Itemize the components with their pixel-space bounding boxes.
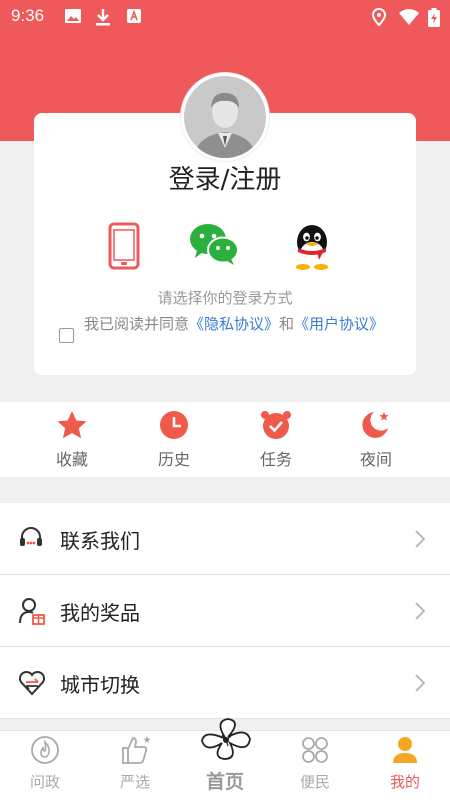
chevron-right-icon	[414, 529, 426, 553]
menu-contact-us[interactable]: 联系我们	[0, 503, 450, 575]
settings-menu: 联系我们 我的奖品 城市切换	[0, 503, 450, 719]
chevron-right-icon	[414, 601, 426, 625]
qq-icon	[296, 225, 328, 270]
tab-home-label: 首页	[205, 771, 244, 793]
battery-icon	[428, 8, 440, 32]
quick-favorites[interactable]: 收藏	[27, 410, 117, 470]
agreement-text: 我已阅读并同意《隐私协议》和《用户协议》	[84, 313, 394, 336]
wechat-login-button[interactable]	[189, 222, 239, 270]
privacy-link[interactable]: 《隐私协议》	[189, 315, 279, 333]
user-icon	[390, 735, 420, 769]
quick-history[interactable]: 历史	[129, 410, 219, 470]
login-method-tip: 请选择你的登录方式	[157, 289, 293, 307]
image-icon	[64, 8, 82, 29]
quick-night-label: 夜间	[359, 450, 392, 469]
phone-login-button[interactable]	[108, 222, 140, 274]
gift-user-icon	[18, 597, 46, 629]
quick-tasks[interactable]: 任务	[231, 410, 321, 470]
wifi-icon	[398, 8, 420, 31]
quick-night-mode[interactable]: 夜间	[331, 410, 421, 470]
bottom-tab-bar: 问政 严选 首页 便民 我的	[0, 718, 450, 800]
tab-wenzheng[interactable]: 问政	[0, 731, 90, 800]
city-switch-icon	[18, 669, 46, 701]
status-bar: 9:36	[0, 0, 450, 32]
agree-and: 和	[279, 315, 295, 333]
fire-badge-icon	[30, 735, 60, 769]
text-app-icon	[126, 8, 142, 29]
clover-icon	[300, 735, 330, 769]
menu-city-switch[interactable]: 城市切换	[0, 647, 450, 719]
agree-prefix: 我已阅读并同意	[84, 315, 190, 333]
alarm-icon	[261, 411, 291, 439]
tab-yanxuan[interactable]: 严选	[90, 731, 180, 800]
phone-icon	[108, 222, 140, 270]
status-time: 9:36	[11, 6, 45, 25]
quick-favorites-label: 收藏	[55, 450, 88, 469]
clock-icon	[160, 411, 188, 439]
jasmine-flower-icon	[198, 717, 254, 765]
login-title[interactable]: 登录/注册	[0, 159, 450, 196]
qq-login-button[interactable]	[292, 222, 332, 274]
tab-bianmin[interactable]: 便民	[270, 731, 360, 800]
star-icon	[57, 411, 87, 439]
tab-mine[interactable]: 我的	[360, 731, 450, 800]
quick-actions: 收藏 历史 任务 夜间	[0, 402, 450, 477]
menu-prizes-label: 我的奖品	[60, 601, 140, 625]
menu-city-label: 城市切换	[60, 673, 140, 697]
chevron-right-icon	[414, 673, 426, 697]
wechat-icon	[190, 224, 239, 265]
download-icon	[95, 8, 111, 31]
thumbs-up-icon	[120, 735, 152, 769]
quick-history-label: 历史	[157, 450, 190, 469]
tab-home[interactable]: 首页	[180, 718, 270, 800]
menu-my-prizes[interactable]: 我的奖品	[0, 575, 450, 647]
user-agreement-link[interactable]: 《用户协议》	[294, 315, 384, 333]
tab-mine-label: 我的	[389, 773, 420, 791]
tab-yanxuan-label: 严选	[119, 773, 150, 791]
headset-icon	[18, 525, 44, 555]
tab-wenzheng-label: 问政	[29, 773, 60, 791]
avatar[interactable]	[181, 73, 269, 161]
menu-contact-label: 联系我们	[60, 529, 140, 553]
agree-checkbox[interactable]	[59, 328, 74, 343]
tab-bianmin-label: 便民	[299, 773, 330, 791]
location-icon	[371, 7, 387, 31]
quick-tasks-label: 任务	[259, 450, 292, 469]
moon-icon	[362, 412, 389, 438]
